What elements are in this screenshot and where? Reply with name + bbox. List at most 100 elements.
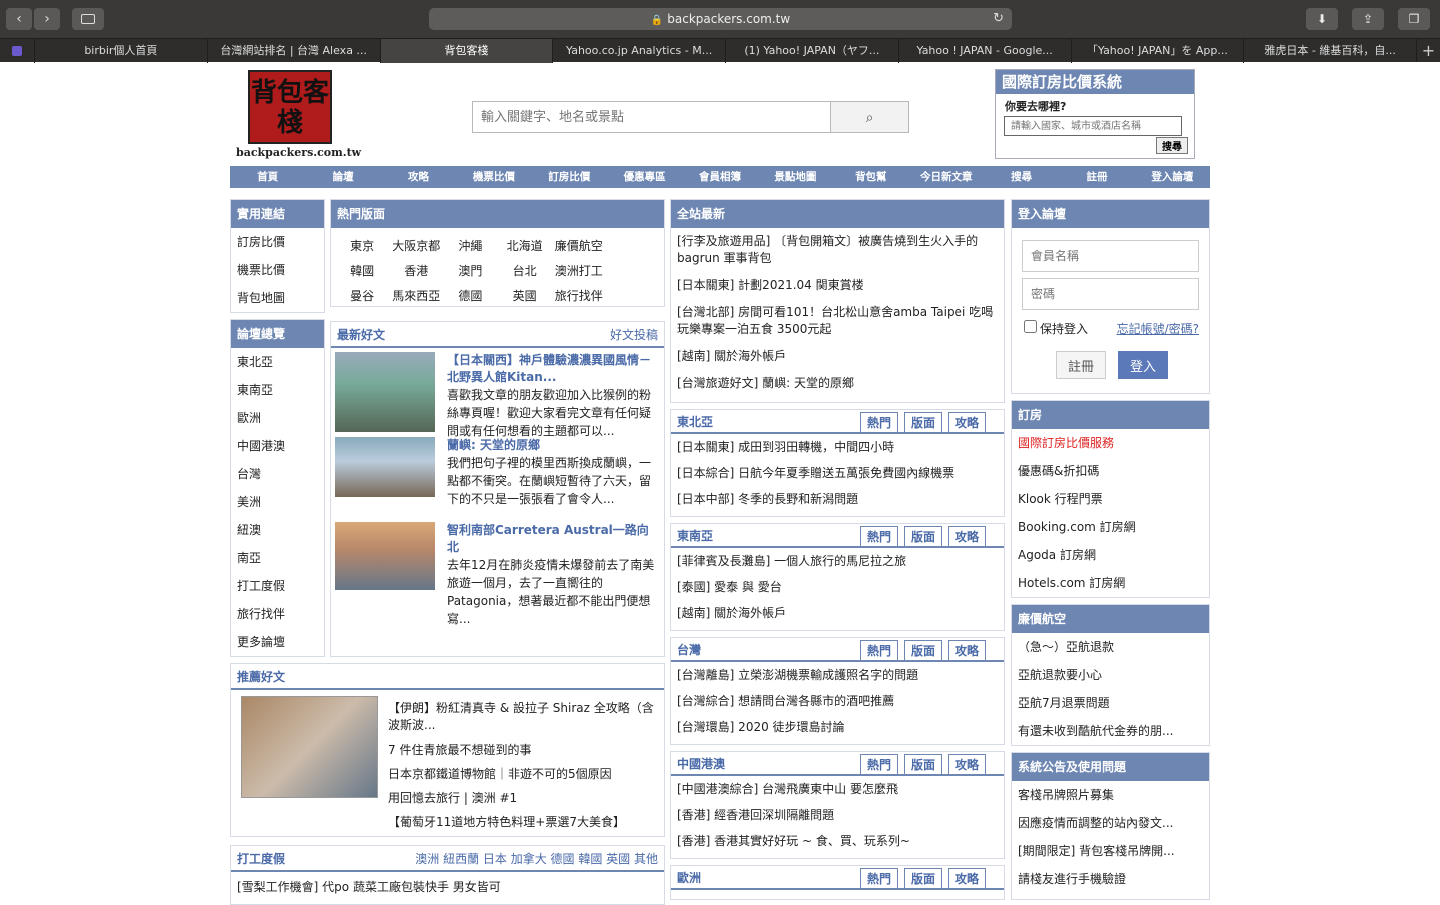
forum-link[interactable]: 更多論壇: [231, 628, 324, 656]
forum-link[interactable]: 紐澳: [231, 516, 324, 544]
tag-hot[interactable]: 熱門: [860, 640, 898, 660]
menu-item[interactable]: 優惠專區: [607, 166, 682, 188]
hot-board-link[interactable]: 韓國: [335, 259, 389, 284]
tag-guide[interactable]: 攻略: [948, 754, 986, 774]
airline-link[interactable]: 亞航7月退票問題: [1012, 689, 1209, 717]
article-title[interactable]: 【日本關西】神戶體驗濃濃異國風情－北野異人館Kitan...: [447, 352, 660, 386]
hot-board-link[interactable]: 沖繩: [443, 234, 497, 259]
tag-board[interactable]: 版面: [904, 526, 942, 546]
menu-item[interactable]: 論壇: [305, 166, 380, 188]
article-card[interactable]: 【日本關西】神戶體驗濃濃異國風情－北野異人館Kitan... 喜歡我文章的朋友歡迎…: [331, 348, 664, 438]
forum-link[interactable]: 打工度假: [231, 572, 324, 600]
sidebar-toggle-icon[interactable]: [72, 8, 104, 30]
tag-hot[interactable]: 熱門: [860, 526, 898, 546]
recommend-link[interactable]: 【伊朗】粉紅清真寺 & 設拉子 Shiraz 全攻略（含波斯波...: [388, 696, 654, 738]
tabs-overview-icon[interactable]: ❐: [1398, 8, 1430, 30]
tag-board[interactable]: 版面: [904, 412, 942, 432]
section-row[interactable]: [中國港澳綜合] 台灣飛廣東中山 要怎麼飛: [671, 776, 1004, 802]
notice-link[interactable]: [期間限定] 背包客棧吊牌開...: [1012, 837, 1209, 865]
section-row[interactable]: [台灣綜合] 想請問台灣各縣市的酒吧推薦: [671, 688, 1004, 714]
forum-link[interactable]: 台灣: [231, 460, 324, 488]
menu-item[interactable]: 訂房比價: [532, 166, 607, 188]
menu-item[interactable]: 註冊: [1059, 166, 1134, 188]
hot-board-link[interactable]: 大阪京都: [389, 234, 443, 259]
password-field[interactable]: [1022, 278, 1199, 310]
booking-link[interactable]: Klook 行程門票: [1012, 485, 1209, 513]
tag-hot[interactable]: 熱門: [860, 754, 898, 774]
menu-item[interactable]: 登入論壇: [1135, 166, 1210, 188]
download-icon[interactable]: ⬇: [1306, 8, 1338, 30]
booking-link[interactable]: 優惠碼&折扣碼: [1012, 457, 1209, 485]
section-title[interactable]: 東南亞: [677, 529, 713, 543]
news-link[interactable]: [台灣旅遊好文] 蘭嶼: 天堂的原鄉: [671, 370, 1004, 397]
recommend-link[interactable]: 【葡萄牙11道地方特色料理+票選7大美食】: [388, 810, 654, 834]
forum-link[interactable]: 旅行找伴: [231, 600, 324, 628]
forum-link[interactable]: 東南亞: [231, 376, 324, 404]
reload-icon[interactable]: ↻: [993, 8, 1004, 30]
tab[interactable]: Yahoo ! JAPAN - Google...: [897, 39, 1071, 63]
article-title[interactable]: 智利南部Carretera Austral一路向北: [447, 522, 660, 556]
tag-board[interactable]: 版面: [904, 754, 942, 774]
tag-guide[interactable]: 攻略: [948, 412, 986, 432]
booking-link[interactable]: Hotels.com 訂房網: [1012, 569, 1209, 597]
country-links[interactable]: 澳洲 紐西蘭 日本 加拿大 德國 韓國 英國 其他: [415, 846, 658, 872]
hot-board-link[interactable]: 廉價航空: [552, 234, 606, 259]
back-icon[interactable]: ‹: [6, 8, 32, 30]
section-row[interactable]: [越南] 關於海外帳戶: [671, 600, 1004, 626]
article-thumbnail[interactable]: [335, 522, 435, 590]
login-button[interactable]: 登入: [1118, 351, 1168, 379]
article-card[interactable]: 智利南部Carretera Austral一路向北 去年12月在肺炎疫情未爆發前去…: [331, 518, 664, 626]
menu-item[interactable]: 景點地圖: [758, 166, 833, 188]
new-tab-icon[interactable]: +: [1416, 39, 1440, 62]
recommend-link[interactable]: 用回憶去旅行 | 澳洲 #1: [388, 786, 654, 810]
section-row[interactable]: [台灣環島] 2020 徒步環島討論: [671, 714, 1004, 740]
airline-link[interactable]: 有還未收到酷航代金券的朋...: [1012, 717, 1209, 745]
section-title[interactable]: 歐洲: [677, 871, 701, 885]
working-holiday-item[interactable]: [雪梨工作機會] 代po 蔬菜工廠包裝快手 男女皆可: [231, 872, 664, 901]
hot-board-link[interactable]: 馬來西亞: [389, 284, 443, 309]
share-icon[interactable]: ⇪: [1352, 8, 1384, 30]
tag-hot[interactable]: 熱門: [860, 868, 898, 888]
menu-item[interactable]: 今日新文章: [909, 166, 984, 188]
news-link[interactable]: [越南] 關於海外帳戶: [671, 343, 1004, 370]
forgot-password-link[interactable]: 忘記帳號/密碼?: [1117, 320, 1199, 337]
booking-link[interactable]: 國際訂房比價服務: [1012, 429, 1209, 457]
tab[interactable]: Yahoo.co.jp Analytics - M...: [552, 39, 725, 63]
recommend-link[interactable]: 日本京都鐵道博物館｜非遊不可的5個原因: [388, 762, 654, 786]
section-row[interactable]: [日本中部] 冬季的長野和新潟問題: [671, 486, 1004, 512]
search-button[interactable]: ⌕: [831, 101, 909, 133]
forum-link[interactable]: 歐洲: [231, 404, 324, 432]
article-thumbnail[interactable]: [335, 437, 435, 497]
submit-article-link[interactable]: 好文投稿: [610, 322, 658, 348]
menu-item[interactable]: 攻略: [381, 166, 456, 188]
hot-board-link[interactable]: 澳門: [443, 259, 497, 284]
recommend-link[interactable]: 7 件住青旅最不想碰到的事: [388, 738, 654, 762]
tab-active[interactable]: 背包客棧: [379, 39, 553, 63]
section-row[interactable]: [日本關東] 成田到羽田轉機，中間四小時: [671, 434, 1004, 460]
register-button[interactable]: 註冊: [1056, 351, 1106, 379]
section-title[interactable]: 東北亞: [677, 415, 713, 429]
section-row[interactable]: [菲律賓及長灘島] 一個人旅行的馬尼拉之旅: [671, 548, 1004, 574]
article-thumbnail[interactable]: [335, 352, 435, 432]
hot-board-link[interactable]: 香港: [389, 259, 443, 284]
tag-board[interactable]: 版面: [904, 868, 942, 888]
menu-item[interactable]: 首頁: [230, 166, 305, 188]
useful-link[interactable]: 訂房比價: [231, 228, 324, 256]
menu-item[interactable]: 機票比價: [456, 166, 531, 188]
section-row[interactable]: [台灣離島] 立榮澎湖機票輸成護照名字的問題: [671, 662, 1004, 688]
notice-link[interactable]: 因應疫情而調整的站內發文...: [1012, 809, 1209, 837]
hotel-destination-input[interactable]: [1004, 116, 1182, 136]
hot-board-link[interactable]: 北海道: [498, 234, 552, 259]
useful-link[interactable]: 背包地圖: [231, 284, 324, 312]
tab[interactable]: 台灣網站排名 | 台灣 Alexa ...: [206, 39, 380, 63]
section-row[interactable]: [香港] 香港其實好好玩 ~ 食、買、玩系列~: [671, 828, 1004, 854]
forum-link[interactable]: 美洲: [231, 488, 324, 516]
keep-login[interactable]: 保持登入: [1024, 320, 1088, 337]
menu-item[interactable]: 會員相簿: [682, 166, 757, 188]
search-input[interactable]: [472, 101, 831, 133]
article-title[interactable]: 蘭嶼: 天堂的原鄉: [447, 437, 660, 454]
booking-link[interactable]: Agoda 訂房網: [1012, 541, 1209, 569]
hot-board-link[interactable]: 德國: [443, 284, 497, 309]
pinned-tab[interactable]: [0, 39, 34, 63]
section-row[interactable]: [日本綜合] 日航今年夏季贈送五萬張免費國內線機票: [671, 460, 1004, 486]
